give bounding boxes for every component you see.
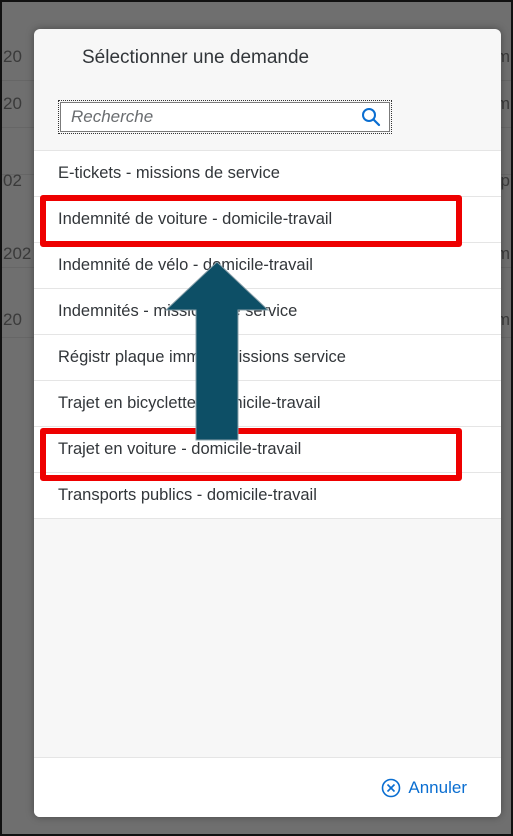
background-cell: 02 <box>3 171 22 190</box>
dialog-footer: Annuler <box>34 757 501 817</box>
list-item[interactable]: E-tickets - missions de service <box>34 151 501 197</box>
background-cell: 20 <box>3 94 22 113</box>
list-item-label: E-tickets - missions de service <box>58 164 280 182</box>
background-cell: 202 <box>3 244 32 263</box>
cancel-button[interactable]: Annuler <box>381 778 467 798</box>
list-item-label: Transports publics - domicile-travail <box>58 486 317 504</box>
search-icon[interactable] <box>361 107 381 127</box>
background-cell: p <box>500 171 510 190</box>
background-cell: 20 <box>3 310 22 329</box>
close-circle-icon <box>382 778 401 798</box>
search-input[interactable]: Recherche <box>58 100 392 134</box>
highlight-box-voiture-indemnite <box>40 195 462 247</box>
up-arrow-annotation <box>164 262 270 441</box>
background-cell: 20 <box>3 47 22 66</box>
dialog-title: Sélectionner une demande <box>82 47 310 68</box>
search-placeholder: Recherche <box>71 107 154 126</box>
cancel-label: Annuler <box>408 778 467 797</box>
